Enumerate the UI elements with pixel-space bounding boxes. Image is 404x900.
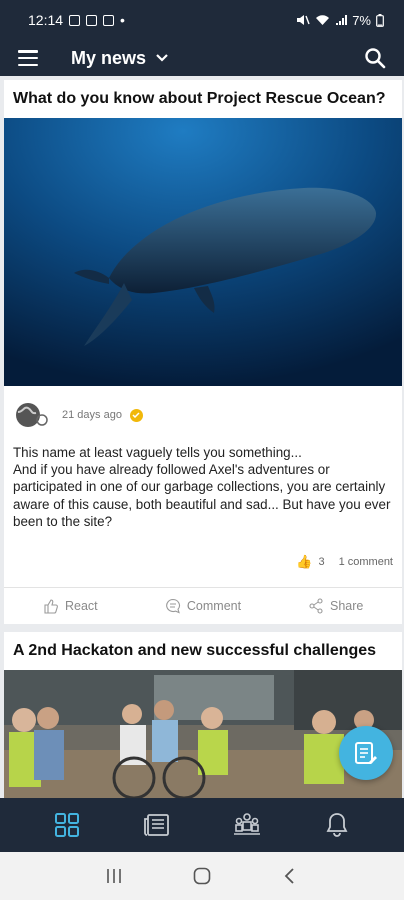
recent-apps-button[interactable]: [99, 861, 129, 891]
comments-count[interactable]: 1 comment: [339, 556, 393, 568]
back-button[interactable]: [275, 861, 305, 891]
post-age: 21 days ago: [62, 409, 122, 421]
post-body-text: This name at least vaguely tells you som…: [13, 445, 391, 529]
avatar[interactable]: [14, 400, 50, 430]
app-notification-icon: [103, 14, 115, 26]
post-stats[interactable]: 👍 3 1 comment: [296, 554, 393, 570]
page-title: My news: [71, 47, 147, 68]
nav-community[interactable]: [232, 810, 262, 840]
mute-icon: [297, 15, 310, 25]
search-icon[interactable]: [364, 47, 386, 69]
post-image[interactable]: [4, 118, 402, 386]
battery-icon: [376, 13, 384, 27]
write-post-button[interactable]: [339, 726, 393, 780]
news-card[interactable]: A 2nd Hackaton and new successful challe…: [4, 632, 402, 798]
react-label: React: [65, 599, 98, 613]
status-right: 7%: [296, 13, 384, 28]
nav-notifications[interactable]: [322, 810, 352, 840]
share-label: Share: [330, 599, 364, 613]
recent-apps-icon: [107, 869, 121, 883]
more-notifications-dot: •: [120, 12, 125, 28]
react-button[interactable]: React: [4, 588, 137, 624]
verified-icon: [129, 408, 143, 422]
share-icon: [309, 598, 323, 614]
nav-dashboard[interactable]: [52, 810, 82, 840]
notifications-icon: [326, 813, 348, 837]
wifi-icon: [316, 15, 330, 25]
image-notification-icon: [86, 14, 98, 26]
thumbs-up-reaction-icon: 👍: [296, 554, 313, 569]
thumbs-up-icon: [44, 599, 58, 614]
post-title[interactable]: A 2nd Hackaton and new successful challe…: [4, 632, 402, 670]
dashboard-icon: [55, 813, 79, 837]
news-card[interactable]: What do you know about Project Rescue Oc…: [4, 80, 402, 624]
battery-percent: 7%: [352, 12, 371, 28]
signal-icon: [336, 15, 348, 25]
nav-news[interactable]: [142, 810, 172, 840]
bottom-nav: [0, 798, 404, 852]
community-icon: [234, 813, 260, 835]
post-body[interactable]: This name at least vaguely tells you som…: [4, 430, 402, 530]
check-notification-icon: [69, 14, 81, 26]
chevron-down-icon: [156, 54, 168, 62]
post-actions: React Comment Share: [4, 587, 402, 624]
back-icon: [284, 868, 294, 884]
compose-icon: [355, 742, 377, 764]
home-icon: [193, 867, 211, 885]
news-feed[interactable]: What do you know about Project Rescue Oc…: [0, 76, 404, 798]
share-button[interactable]: Share: [269, 588, 402, 624]
comment-label: Comment: [186, 599, 242, 613]
reactions-count: 3: [318, 556, 325, 568]
feed-selector[interactable]: My news: [71, 48, 168, 69]
home-button[interactable]: [187, 861, 217, 891]
system-nav: [0, 852, 404, 900]
status-time: 12:14: [28, 12, 64, 28]
post-title[interactable]: What do you know about Project Rescue Oc…: [4, 80, 402, 118]
menu-icon[interactable]: [18, 50, 38, 66]
comment-button[interactable]: Comment: [137, 588, 270, 624]
status-bar: 12:14 • 7%: [0, 0, 404, 40]
post-image[interactable]: [4, 670, 402, 798]
app-bar: My news: [0, 40, 404, 76]
news-icon: [144, 814, 169, 836]
comment-icon: [166, 598, 180, 614]
status-left: 12:14 •: [28, 12, 125, 28]
post-meta: 21 days ago: [4, 386, 402, 430]
